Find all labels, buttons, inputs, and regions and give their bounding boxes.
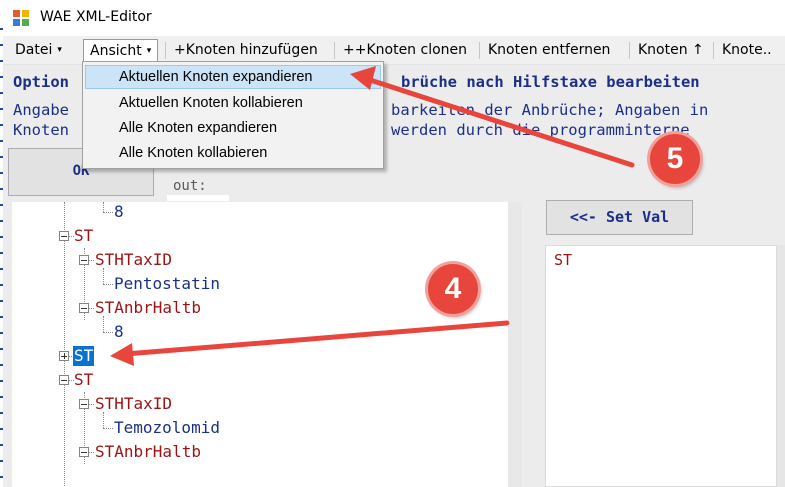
menu-datei-label: Datei	[15, 42, 53, 58]
step-badge-5: 5	[650, 134, 700, 184]
tree-connector	[103, 202, 104, 212]
description-line-2: Angabe	[13, 101, 69, 119]
menu-separator	[479, 42, 480, 59]
out-strip	[167, 195, 229, 201]
tree-scrollbar[interactable]	[508, 202, 522, 487]
tree-node[interactable]: STAnbrHaltb	[95, 442, 201, 462]
menu-item-collapse-all[interactable]: Alle Knoten kollabieren	[85, 141, 381, 165]
tree-connector	[103, 284, 113, 285]
menu-separator	[334, 42, 335, 59]
collapse-icon[interactable]	[79, 399, 89, 409]
tree-connector	[103, 316, 104, 332]
description-text: Option	[13, 73, 69, 91]
collapse-icon[interactable]	[79, 447, 89, 457]
description-line-1: Option	[13, 73, 69, 91]
value-textbox[interactable]: ST	[545, 245, 777, 487]
xml-tree-view[interactable]: 8 ST STHTaxID Pentostatin STAnbrHaltb 8 …	[12, 202, 517, 487]
menu-ansicht-label: Ansicht	[90, 43, 142, 59]
tree-node[interactable]: ST	[74, 226, 93, 246]
description-line-3: Knoten	[13, 121, 69, 139]
step-badge-4: 4	[428, 264, 478, 314]
add-node-button[interactable]: +Knoten hinzufügen	[168, 40, 324, 60]
node-up-button[interactable]: Knoten ↑	[632, 40, 710, 60]
tree-node-selected[interactable]: ST	[73, 346, 95, 366]
menu-datei[interactable]: Datei ▾	[9, 40, 68, 60]
node-down-button[interactable]: Knote..	[716, 40, 778, 60]
menu-item-expand-all[interactable]: Alle Knoten expandieren	[85, 116, 381, 140]
tree-node-value[interactable]: Pentostatin	[114, 274, 220, 294]
description-line-2-right: barkeiten der Anbrüche; Angaben in	[391, 101, 709, 119]
tree-node-value[interactable]: 8	[114, 322, 124, 342]
tree-node[interactable]: ST	[74, 370, 93, 390]
tree-connector	[103, 428, 113, 429]
collapse-icon[interactable]	[79, 255, 89, 265]
tree-connector	[103, 212, 113, 213]
collapse-icon[interactable]	[59, 375, 69, 385]
tree-connector	[103, 412, 104, 428]
clone-node-button[interactable]: ++Knoten clonen	[337, 40, 473, 60]
ansicht-dropdown-menu: Aktuellen Knoten expandieren Aktuellen K…	[82, 61, 384, 169]
dropdown-arrow-icon: ▾	[146, 46, 152, 56]
tree-connector	[103, 332, 113, 333]
collapse-icon[interactable]	[79, 303, 89, 313]
tree-node-value[interactable]: 8	[114, 202, 124, 222]
window-title: WAE XML-Editor	[40, 9, 152, 25]
menu-item-collapse-current[interactable]: Aktuellen Knoten kollabieren	[85, 91, 381, 115]
description-line-1-right: brüche nach Hilfstaxe bearbeiten	[401, 73, 700, 91]
value-text: ST	[554, 251, 573, 269]
tree-node[interactable]: STAnbrHaltb	[95, 298, 201, 318]
set-value-button[interactable]: <<- Set Val	[546, 200, 693, 235]
description-line-3-right: werden durch die programminterne	[391, 121, 690, 139]
tree-node[interactable]: STHTaxID	[95, 394, 172, 414]
tree-connector	[64, 202, 65, 487]
menu-separator	[629, 42, 630, 59]
value-scrollbar[interactable]	[777, 245, 785, 487]
title-bar: WAE XML-Editor	[0, 0, 785, 36]
menu-item-expand-current[interactable]: Aktuellen Knoten expandieren	[85, 65, 381, 89]
tree-node-value[interactable]: Temozolomid	[114, 418, 220, 438]
menu-separator	[713, 42, 714, 59]
tree-connector	[103, 268, 104, 284]
tree-node[interactable]: STHTaxID	[95, 250, 172, 270]
dropdown-arrow-icon: ▾	[57, 45, 62, 55]
remove-node-button[interactable]: Knoten entfernen	[482, 40, 616, 60]
out-label: out:	[173, 178, 207, 194]
app-icon	[13, 10, 29, 26]
expand-icon[interactable]	[59, 351, 69, 361]
collapse-icon[interactable]	[59, 231, 69, 241]
menu-separator	[165, 42, 166, 59]
